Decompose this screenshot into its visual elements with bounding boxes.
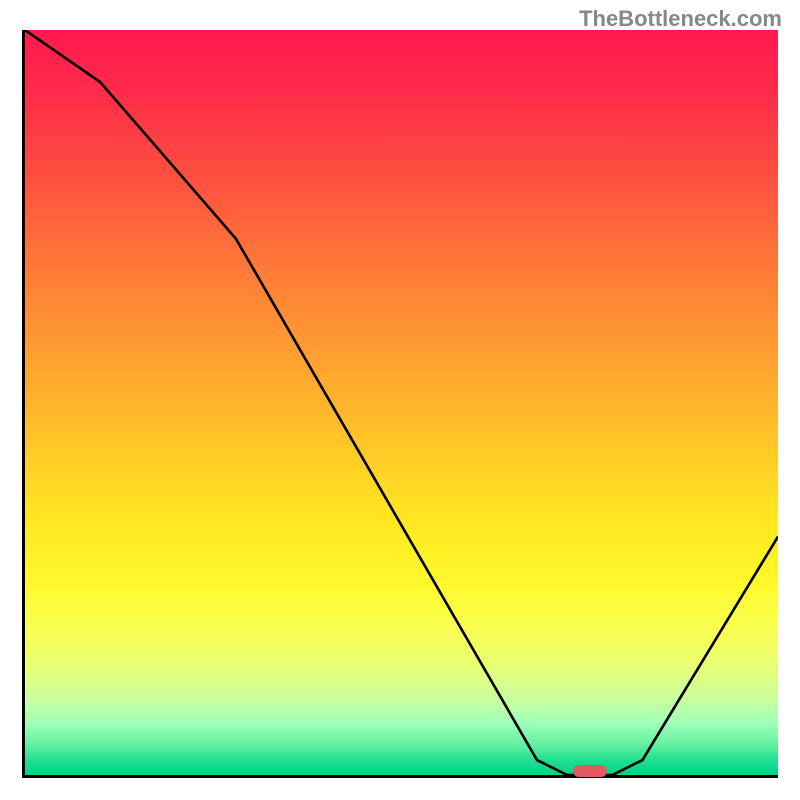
curve-svg [25, 30, 778, 775]
minimum-marker [573, 765, 607, 777]
chart-container: TheBottleneck.com [0, 0, 800, 800]
plot-area [22, 30, 778, 778]
bottleneck-curve [25, 30, 778, 775]
watermark-text: TheBottleneck.com [579, 6, 782, 32]
